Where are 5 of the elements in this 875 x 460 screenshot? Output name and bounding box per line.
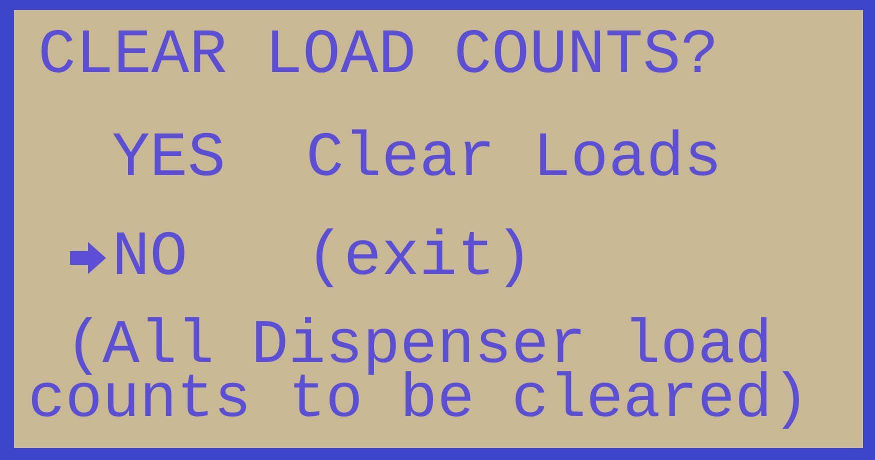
screen-title: CLEAR LOAD COUNTS? [38, 24, 720, 87]
option-description: Clear Loads [306, 127, 722, 190]
option-label[interactable]: NO [112, 226, 306, 289]
option-label[interactable]: YES [112, 127, 306, 190]
option-description: (exit) [306, 226, 533, 289]
